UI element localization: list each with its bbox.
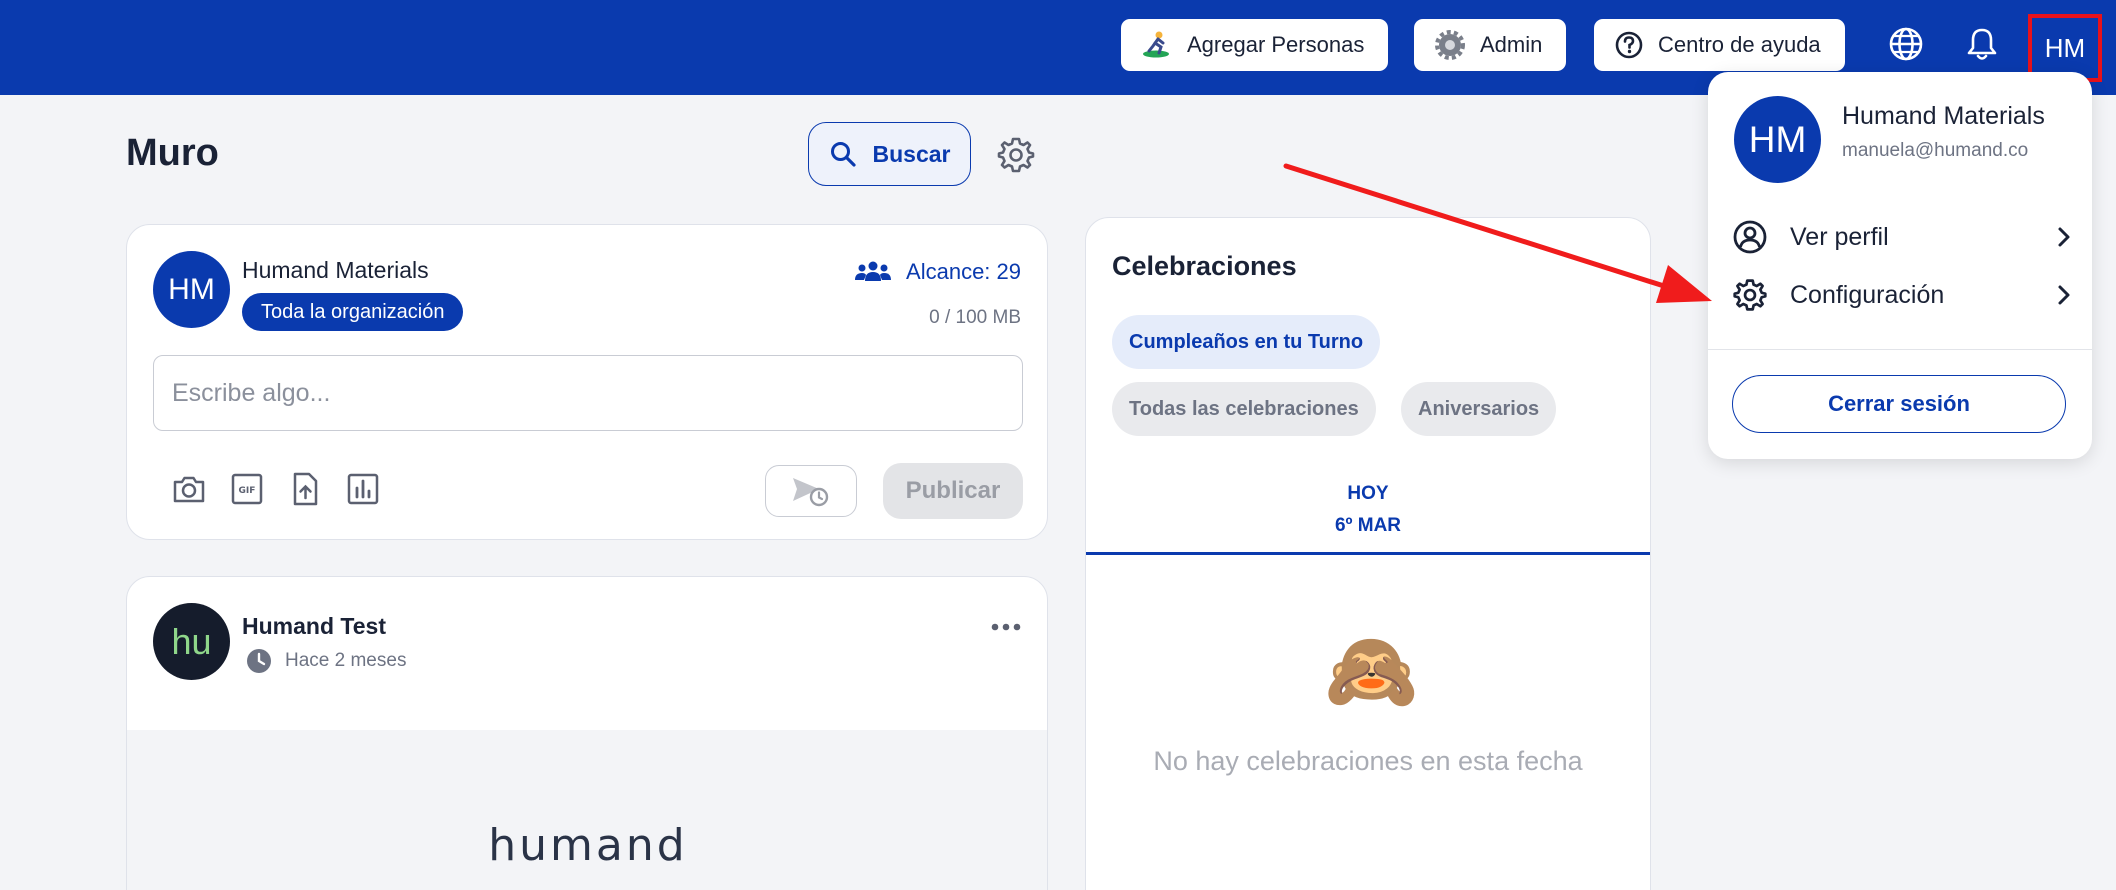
- page-title: Muro: [126, 132, 219, 174]
- chevron-right-icon: [2058, 285, 2070, 305]
- menu-divider: [1708, 349, 2092, 350]
- bell-icon: [1967, 28, 1997, 60]
- menu-item-settings[interactable]: Configuración: [1732, 271, 2072, 319]
- post-options-button[interactable]: [991, 607, 1021, 639]
- gear-icon: [1733, 279, 1767, 311]
- avatar: hu: [153, 603, 230, 680]
- people-group-icon: [855, 261, 892, 281]
- avatar: HM: [1734, 96, 1821, 183]
- avatar-initials: HM: [168, 272, 215, 306]
- avatar-initials: HM: [1748, 118, 1807, 160]
- search-label: Buscar: [872, 140, 951, 167]
- add-people-label: Agregar Personas: [1187, 32, 1365, 57]
- wall-settings-button[interactable]: [996, 134, 1036, 174]
- scheduled-send-icon: [793, 478, 829, 507]
- avatar-initials: hu: [171, 620, 212, 662]
- brand-logo: humand: [488, 820, 688, 871]
- help-center-button[interactable]: Centro de ayuda: [1594, 19, 1845, 71]
- search-button[interactable]: Buscar: [808, 122, 971, 186]
- menu-item-label: Ver perfil: [1790, 222, 1889, 251]
- gear-icon: [1435, 30, 1465, 60]
- admin-label: Admin: [1480, 32, 1543, 57]
- user-email: manuela@humand.co: [1842, 140, 2029, 161]
- post-card: hu Humand Test Hace 2 meses humand: [126, 576, 1048, 890]
- surfer-icon: [1143, 31, 1169, 58]
- celebrations-card: Celebraciones Cumpleaños en tu Turno Tod…: [1085, 217, 1651, 890]
- tab-today[interactable]: HOY 6º MAR: [1086, 478, 1650, 542]
- schedule-post-button[interactable]: [765, 465, 857, 517]
- language-button[interactable]: [1886, 24, 1926, 64]
- reach-indicator[interactable]: Alcance: 29: [854, 259, 1021, 285]
- search-icon: [830, 142, 856, 167]
- celebrations-title: Celebraciones: [1112, 251, 1297, 281]
- reach-label: Alcance: 29: [906, 259, 1021, 284]
- post-author[interactable]: Humand Test: [242, 613, 386, 640]
- post-composer-card: HM Humand Materials Toda la organización…: [126, 224, 1048, 540]
- gif-icon[interactable]: GIF: [229, 471, 265, 507]
- user-dropdown-menu: HM Humand Materials manuela@humand.co Ve…: [1708, 72, 2092, 459]
- composer-author: Humand Materials: [242, 257, 429, 283]
- globe-icon: [1889, 27, 1923, 61]
- publish-button[interactable]: Publicar: [883, 463, 1023, 519]
- camera-icon[interactable]: [171, 471, 207, 507]
- chip-birthdays-shift[interactable]: Cumpleaños en tu Turno: [1112, 315, 1381, 369]
- notifications-button[interactable]: [1962, 24, 2002, 64]
- admin-button[interactable]: Admin: [1414, 19, 1567, 71]
- gear-icon: [997, 137, 1035, 173]
- tab-today-date: 6º MAR: [1334, 515, 1402, 536]
- avatar: HM: [153, 251, 230, 328]
- file-upload-icon[interactable]: [287, 471, 323, 507]
- logout-button[interactable]: Cerrar sesión: [1732, 375, 2066, 433]
- audience-selector[interactable]: Toda la organización: [242, 293, 464, 331]
- post-timestamp: Hace 2 meses: [245, 647, 406, 675]
- help-center-label: Centro de ayuda: [1658, 32, 1821, 57]
- question-circle-icon: [1615, 31, 1643, 59]
- menu-item-label: Configuración: [1790, 280, 1945, 309]
- menu-item-view-profile[interactable]: Ver perfil: [1732, 213, 2072, 261]
- tab-today-label: HOY: [1347, 483, 1389, 504]
- user-initials: HM: [2044, 32, 2086, 63]
- more-horizontal-icon: [991, 623, 1021, 631]
- active-tab-indicator: [1086, 552, 1650, 555]
- storage-usage: 0 / 100 MB: [929, 307, 1021, 328]
- svg-text:GIF: GIF: [239, 486, 256, 496]
- post-media[interactable]: humand: [127, 730, 1047, 890]
- empty-state-message: No hay celebraciones en esta fecha: [1153, 746, 1583, 776]
- poll-icon[interactable]: [345, 471, 381, 507]
- user-name: Humand Materials: [1842, 102, 2045, 130]
- clock-icon: [247, 649, 271, 673]
- add-people-button[interactable]: Agregar Personas: [1121, 19, 1389, 71]
- post-time-label: Hace 2 meses: [285, 650, 407, 671]
- post-text-input[interactable]: [153, 355, 1023, 431]
- chevron-right-icon: [2058, 227, 2070, 247]
- chip-all-celebrations[interactable]: Todas las celebraciones: [1112, 382, 1376, 436]
- user-circle-icon: [1733, 220, 1767, 254]
- see-no-evil-monkey-icon: 🙈: [1324, 629, 1419, 714]
- chip-anniversaries[interactable]: Aniversarios: [1401, 382, 1557, 436]
